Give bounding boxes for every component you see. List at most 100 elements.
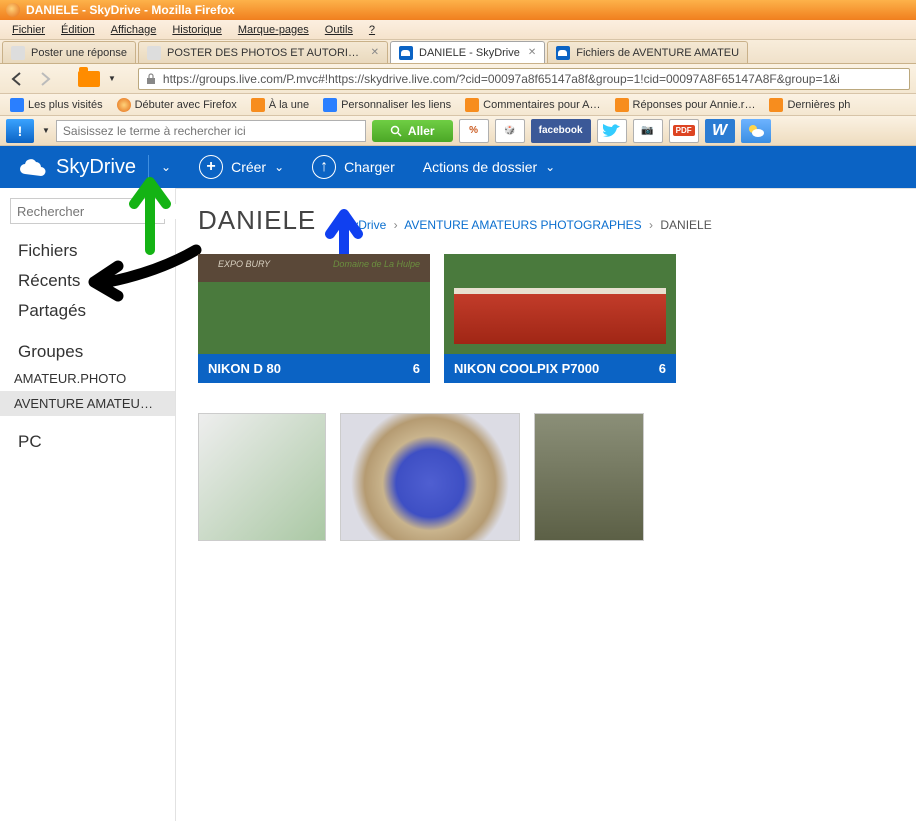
upload-button[interactable]: ↑ Charger [312,155,395,179]
thumb-text: EXPO BURY [218,259,270,269]
sidebar-item-fichiers[interactable]: Fichiers [0,236,175,266]
content-area: DANIELE SkyDrive › AVENTURE AMATEURS PHO… [176,188,916,821]
plus-icon: + [199,155,223,179]
photo-tile[interactable] [198,413,326,541]
navbar: ▼ [0,64,916,94]
chevron-down-icon[interactable]: ⌄ [161,160,171,174]
bookmark-item[interactable]: Réponses pour Annie.r… [611,96,760,114]
photo-tile[interactable] [340,413,520,541]
toolbar-button[interactable]: 📷 [633,119,663,143]
folder-caption: NIKON COOLPIX P7000 6 [444,354,676,383]
bookmark-item[interactable]: Débuter avec Firefox [113,96,241,114]
bookmark-item[interactable]: À la une [247,96,313,114]
sidebar-group-pc[interactable]: PC [0,416,175,456]
url-input[interactable] [163,72,903,86]
bookmark-label: Dernières ph [787,99,850,111]
photo-tile[interactable] [534,413,644,541]
menu-edition[interactable]: Édition [53,22,103,38]
menu-marquepages[interactable]: Marque-pages [230,22,317,38]
bookmark-item[interactable]: Dernières ph [765,96,854,114]
bookmark-item[interactable]: Les plus visités [6,96,107,114]
page-title: DANIELE [198,205,316,236]
toolbar-button[interactable]: % [459,119,489,143]
folder-thumbnail [444,254,676,354]
pdf-button[interactable]: PDF [669,119,699,143]
search-input[interactable] [56,120,366,142]
menu-help[interactable]: ? [361,22,383,38]
page-header: DANIELE SkyDrive › AVENTURE AMATEURS PHO… [198,205,894,236]
forward-button[interactable] [34,68,56,90]
folder-tile[interactable]: EXPO BURY Domaine de La Hulpe NIKON D 80… [198,254,430,383]
upload-label: Charger [344,159,395,175]
bookmark-icon [615,98,629,112]
create-label: Créer [231,159,266,175]
menu-outils[interactable]: Outils [317,22,361,38]
go-label: Aller [408,124,435,138]
separator [148,155,149,179]
url-bar[interactable] [138,68,910,90]
tab-label: DANIELE - SkyDrive [419,47,520,59]
chevron-down-icon: ⌄ [274,160,284,174]
facebook-button[interactable]: facebook [531,119,591,143]
bookmark-item[interactable]: Commentaires pour A… [461,96,604,114]
breadcrumb-link[interactable]: SkyDrive [338,218,386,232]
tab-strip: Poster une réponse POSTER DES PHOTOS ET … [0,40,916,64]
sidebar-item-group-1[interactable]: AVENTURE AMATEUR… [0,391,175,416]
folder-count: 6 [413,361,420,376]
close-icon[interactable]: ✕ [371,47,379,58]
tab-1[interactable]: POSTER DES PHOTOS ET AUTORISER DE… ✕ [138,41,388,63]
breadcrumb-link[interactable]: AVENTURE AMATEURS PHOTOGRAPHES [404,218,641,232]
twitter-button[interactable] [597,119,627,143]
bookmarks-bar: Les plus visités Débuter avec Firefox À … [0,94,916,116]
toolbar-row: ! ▼ Aller % 🎲 facebook 📷 PDF W [0,116,916,146]
sidebar-item-recents[interactable]: Récents [0,266,175,296]
bookmark-icon [10,98,24,112]
chevron-down-icon: ⌄ [545,160,555,174]
photos-grid [198,413,894,541]
sidebar: Fichiers Récents Partagés Groupes AMATEU… [0,188,176,821]
cloud-icon [18,158,48,176]
close-icon[interactable]: ✕ [528,47,536,58]
word-button[interactable]: W [705,119,735,143]
skydrive-brand[interactable]: SkyDrive ⌄ [18,155,171,179]
upload-icon: ↑ [312,155,336,179]
chevron-right-icon: › [394,218,398,232]
create-button[interactable]: + Créer ⌄ [199,155,284,179]
skydrive-header: SkyDrive ⌄ + Créer ⌄ ↑ Charger Actions d… [0,146,916,188]
sidebar-item-group-0[interactable]: AMATEUR.PHOTO [0,366,175,391]
thumb-text: Domaine de La Hulpe [333,259,420,269]
menu-fichier[interactable]: Fichier [4,22,53,38]
tab-0[interactable]: Poster une réponse [2,41,136,63]
bookmark-label: Les plus visités [28,99,103,111]
tab-label: POSTER DES PHOTOS ET AUTORISER DE… [167,47,363,59]
tab-label: Fichiers de AVENTURE AMATEU [576,47,739,59]
menu-affichage[interactable]: Affichage [103,22,165,38]
bookmark-item[interactable]: Personnaliser les liens [319,96,455,114]
folder-icon[interactable] [78,71,100,87]
tab-3[interactable]: Fichiers de AVENTURE AMATEU [547,41,748,63]
folder-actions-button[interactable]: Actions de dossier ⌄ [423,159,555,175]
chevron-down-icon[interactable]: ▼ [42,126,50,135]
bookmark-label: Commentaires pour A… [483,99,600,111]
weather-button[interactable] [741,119,771,143]
folder-tile[interactable]: NIKON COOLPIX P7000 6 [444,254,676,383]
sidebar-search[interactable] [10,198,165,224]
folders-grid: EXPO BURY Domaine de La Hulpe NIKON D 80… [198,254,894,383]
sidebar-search-input[interactable] [17,204,193,219]
sidebar-item-partages[interactable]: Partagés [0,296,175,326]
tab-label: Poster une réponse [31,47,127,59]
toolbar-button[interactable]: ! [6,119,34,143]
bookmark-label: À la une [269,99,309,111]
tab-favicon [11,46,25,60]
breadcrumb-current: DANIELE [660,218,711,232]
tab-2[interactable]: DANIELE - SkyDrive ✕ [390,41,545,63]
go-button[interactable]: Aller [372,120,453,142]
back-button[interactable] [6,68,28,90]
chevron-down-icon[interactable]: ▼ [108,74,116,83]
sidebar-group-groupes: Groupes [0,326,175,366]
folder-count: 6 [659,361,666,376]
bookmark-icon [251,98,265,112]
toolbar-button[interactable]: 🎲 [495,119,525,143]
menu-historique[interactable]: Historique [164,22,230,38]
skydrive-favicon [556,46,570,60]
